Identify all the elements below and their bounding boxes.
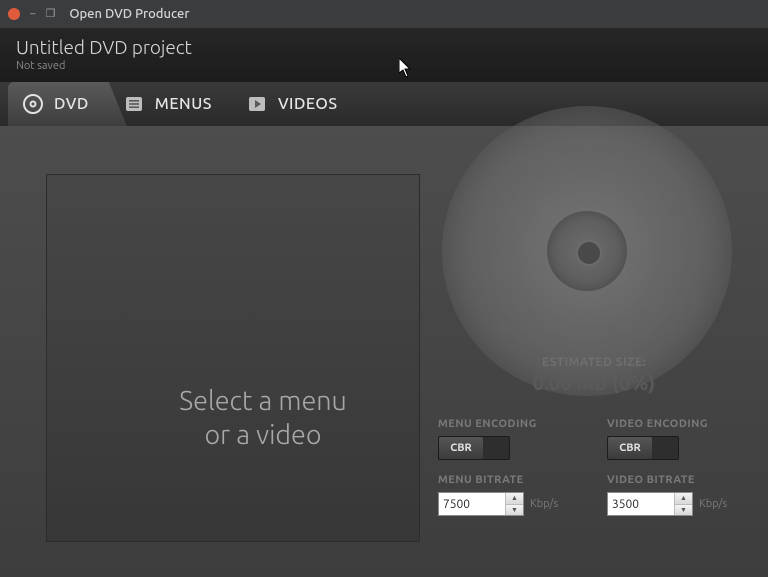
menu-bitrate-unit: Kbp/s [530, 498, 558, 510]
disc-icon [22, 93, 44, 115]
menu-encoding-toggle[interactable]: CBR [438, 436, 510, 460]
window-close-button[interactable] [8, 8, 20, 20]
play-icon [246, 93, 268, 115]
preview-line-2: or a video [47, 419, 479, 453]
video-encoding-toggle[interactable]: CBR [607, 436, 679, 460]
menu-bitrate-down[interactable]: ▼ [506, 505, 523, 516]
menu-bitrate-spinner: ▲ ▼ [438, 492, 524, 516]
tab-videos-label: VIDEOS [278, 95, 338, 113]
menu-encoding-group: MENU ENCODING CBR [438, 418, 581, 460]
disc-graphic [442, 106, 732, 396]
project-header: Untitled DVD project Not saved [0, 28, 768, 82]
preview-line-1: Select a menu [47, 385, 479, 419]
tab-menus[interactable]: MENUS [109, 82, 232, 126]
video-bitrate-spinner: ▲ ▼ [607, 492, 693, 516]
menu-encoding-label: MENU ENCODING [438, 418, 581, 430]
window-maximize-button[interactable]: ❐ [45, 9, 55, 20]
settings-panel: ESTIMATED SIZE: 0.00 MB (0%) MENU ENCODI… [438, 356, 750, 516]
estimated-size-value: 0.00 MB (0%) [438, 371, 750, 394]
video-bitrate-group: VIDEO BITRATE ▲ ▼ Kbp/s [607, 474, 750, 516]
video-bitrate-label: VIDEO BITRATE [607, 474, 750, 486]
content-area: Select a menu or a video ESTIMATED SIZE:… [0, 126, 768, 577]
project-title: Untitled DVD project [16, 36, 752, 58]
tab-bar: DVD MENUS VIDEOS [0, 82, 768, 126]
app-window: Untitled DVD project Not saved DVD MENUS… [0, 28, 768, 577]
video-encoding-group: VIDEO ENCODING CBR [607, 418, 750, 460]
video-encoding-value: CBR [608, 437, 652, 459]
window-minimize-button[interactable]: – [30, 9, 35, 20]
tab-dvd[interactable]: DVD [8, 82, 109, 126]
menu-encoding-value: CBR [439, 437, 483, 459]
video-bitrate-unit: Kbp/s [699, 498, 727, 510]
window-title: Open DVD Producer [69, 7, 189, 21]
estimated-size-label: ESTIMATED SIZE: [438, 356, 750, 369]
video-bitrate-down[interactable]: ▼ [675, 505, 692, 516]
tab-videos[interactable]: VIDEOS [232, 82, 358, 126]
menu-bitrate-up[interactable]: ▲ [506, 493, 523, 505]
menu-bitrate-label: MENU BITRATE [438, 474, 581, 486]
tab-menus-label: MENUS [155, 95, 212, 113]
video-encoding-label: VIDEO ENCODING [607, 418, 750, 430]
tab-dvd-label: DVD [54, 95, 89, 113]
video-bitrate-input[interactable] [608, 493, 674, 515]
list-icon [123, 93, 145, 115]
project-status: Not saved [16, 60, 752, 72]
menu-bitrate-input[interactable] [439, 493, 505, 515]
video-bitrate-up[interactable]: ▲ [675, 493, 692, 505]
preview-pane: Select a menu or a video [46, 174, 420, 542]
preview-placeholder: Select a menu or a video [47, 385, 479, 453]
menu-bitrate-group: MENU BITRATE ▲ ▼ Kbp/s [438, 474, 581, 516]
titlebar: – ❐ Open DVD Producer [0, 0, 768, 28]
